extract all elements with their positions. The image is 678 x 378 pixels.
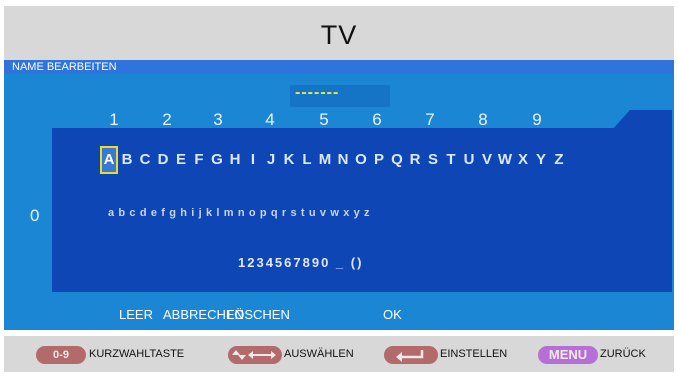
menu-key-badge: MENU bbox=[538, 346, 598, 364]
loeschen-button[interactable]: LÖSCHEN bbox=[227, 307, 290, 322]
key-O[interactable]: O bbox=[352, 151, 370, 174]
digit-header-4: 4 bbox=[265, 110, 275, 129]
key-J[interactable]: J bbox=[262, 151, 280, 174]
key-Y[interactable]: Y bbox=[532, 151, 550, 174]
lowercase-row[interactable]: abcdefghijklmnopqrstuvwxyz bbox=[108, 207, 374, 219]
digits-symbols-row[interactable]: 1234567890 _ () bbox=[238, 255, 363, 270]
digit-header-7: 7 bbox=[425, 110, 435, 129]
key-X[interactable]: X bbox=[514, 151, 532, 174]
zurueck-label: ZURÜCK bbox=[600, 348, 646, 360]
tv-osd-screen: TV NAME BEARBEITEN ------- 1 2 3 4 5 6 7… bbox=[0, 0, 678, 378]
key-T[interactable]: T bbox=[442, 151, 460, 174]
section-label: NAME BEARBEITEN bbox=[12, 61, 117, 73]
digit-header-1: 1 bbox=[109, 110, 119, 129]
key-S[interactable]: S bbox=[424, 151, 442, 174]
key-B[interactable]: B bbox=[118, 151, 136, 174]
key-F[interactable]: F bbox=[190, 151, 208, 174]
key-Z[interactable]: Z bbox=[550, 151, 568, 174]
digit-header-2: 2 bbox=[162, 110, 172, 129]
digit-header-9: 9 bbox=[532, 110, 542, 129]
key-I[interactable]: I bbox=[244, 151, 262, 174]
digit-header-3: 3 bbox=[213, 110, 223, 129]
row-index: 0 bbox=[30, 206, 40, 225]
ok-button[interactable]: OK bbox=[383, 307, 402, 322]
key-M[interactable]: M bbox=[316, 151, 334, 174]
key-L[interactable]: L bbox=[298, 151, 316, 174]
key-09-badge: 0-9 bbox=[36, 346, 86, 364]
page-title: TV bbox=[320, 20, 358, 50]
key-C[interactable]: C bbox=[136, 151, 154, 174]
digit-header-5: 5 bbox=[319, 110, 329, 129]
key-U[interactable]: U bbox=[460, 151, 478, 174]
key-Q[interactable]: Q bbox=[388, 151, 406, 174]
key-H[interactable]: H bbox=[226, 151, 244, 174]
key-N[interactable]: N bbox=[334, 151, 352, 174]
key-A[interactable]: A bbox=[100, 146, 118, 174]
einstellen-label: EINSTELLEN bbox=[440, 348, 508, 360]
key-V[interactable]: V bbox=[478, 151, 496, 174]
title-bar: TV bbox=[4, 6, 674, 60]
leer-button[interactable]: LEER bbox=[119, 307, 153, 322]
kurzwahl-label: KURZWAHLTASTE bbox=[89, 348, 185, 360]
key-R[interactable]: R bbox=[406, 151, 424, 174]
digit-header-6: 6 bbox=[372, 110, 382, 129]
name-input-value: ------- bbox=[295, 84, 340, 101]
uppercase-row: A B C D E F G H I J K L M N O P Q R S T … bbox=[100, 146, 568, 174]
arrow-keys-icon bbox=[228, 346, 282, 364]
key-G[interactable]: G bbox=[208, 151, 226, 174]
key-D[interactable]: D bbox=[154, 151, 172, 174]
enter-key-icon bbox=[384, 346, 438, 364]
key-W[interactable]: W bbox=[496, 151, 514, 174]
digit-header-8: 8 bbox=[478, 110, 488, 129]
key-K[interactable]: K bbox=[280, 151, 298, 174]
key-E[interactable]: E bbox=[172, 151, 190, 174]
auswaehlen-label: AUSWÄHLEN bbox=[284, 348, 354, 360]
key-P[interactable]: P bbox=[370, 151, 388, 174]
